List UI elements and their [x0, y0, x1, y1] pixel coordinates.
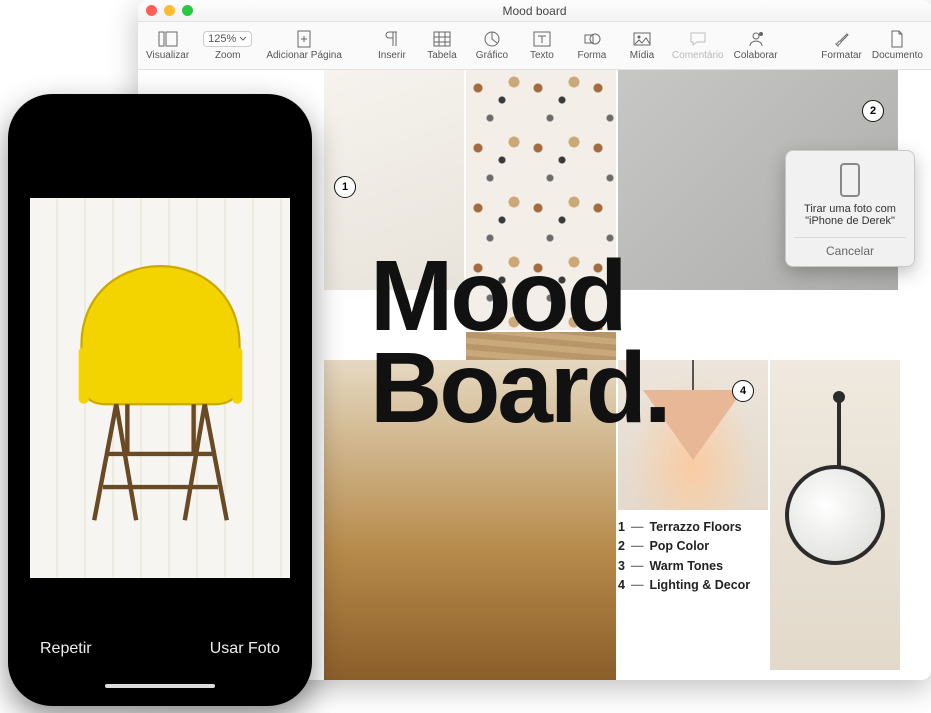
text-icon — [531, 28, 553, 50]
popover-text: Tirar uma foto com "iPhone de Derek" — [794, 203, 906, 227]
collaborate-icon — [745, 28, 767, 50]
use-photo-button[interactable]: Usar Foto — [210, 640, 280, 658]
window-title: Mood board — [138, 4, 931, 18]
pilcrow-icon — [381, 28, 403, 50]
chart-icon — [481, 28, 503, 50]
home-indicator[interactable] — [105, 684, 215, 688]
legend-row: 1—Terrazzo Floors — [618, 518, 750, 537]
notch — [90, 106, 230, 130]
toolbar: Visualizar 125% Zoom Adicionar Página In… — [138, 22, 931, 70]
table-button[interactable]: Tabela — [420, 26, 464, 63]
document-button[interactable]: Documento — [870, 26, 925, 63]
media-button[interactable]: Mídia — [620, 26, 664, 63]
shape-button[interactable]: Forma — [570, 26, 614, 63]
legend: 1—Terrazzo Floors 2—Pop Color 3—Warm Ton… — [618, 518, 750, 596]
badge-4: 4 — [732, 380, 754, 402]
view-button[interactable]: Visualizar — [144, 26, 191, 63]
badge-1: 1 — [334, 176, 356, 198]
iphone-device: Repetir Usar Foto — [8, 94, 312, 706]
chevron-down-icon — [239, 35, 247, 43]
chart-button[interactable]: Gráfico — [470, 26, 514, 63]
titlebar: Mood board — [138, 0, 931, 22]
legend-row: 3—Warm Tones — [618, 557, 750, 576]
iphone-screen: Repetir Usar Foto — [20, 106, 300, 694]
phone-icon — [840, 163, 860, 197]
add-page-button[interactable]: Adicionar Página — [264, 26, 344, 63]
comment-button: Comentário — [670, 26, 726, 63]
badge-2: 2 — [862, 100, 884, 122]
mirror-icon — [785, 465, 885, 565]
view-icon — [157, 28, 179, 50]
shape-icon — [581, 28, 603, 50]
text-button[interactable]: Texto — [520, 26, 564, 63]
camera-preview — [20, 106, 300, 694]
cancel-button[interactable]: Cancelar — [794, 237, 906, 258]
collaborate-button[interactable]: Colaborar — [732, 26, 780, 63]
brush-icon — [831, 28, 853, 50]
image-mirror[interactable] — [770, 360, 900, 670]
camera-bottom-bar: Repetir Usar Foto — [20, 620, 300, 694]
document-icon — [886, 28, 908, 50]
format-button[interactable]: Formatar — [819, 26, 864, 63]
chair-icon — [50, 244, 271, 531]
table-icon — [431, 28, 453, 50]
media-icon — [631, 28, 653, 50]
comment-icon — [687, 28, 709, 50]
page-title[interactable]: Mood Board. — [370, 250, 669, 434]
retake-button[interactable]: Repetir — [40, 640, 92, 658]
zoom-select[interactable]: 125% Zoom — [197, 26, 258, 63]
add-page-icon — [293, 28, 315, 50]
insert-button[interactable]: Inserir — [370, 26, 414, 63]
captured-photo — [30, 198, 290, 578]
continuity-camera-popover: Tirar uma foto com "iPhone de Derek" Can… — [785, 150, 915, 267]
legend-row: 4—Lighting & Decor — [618, 576, 750, 595]
legend-row: 2—Pop Color — [618, 537, 750, 556]
